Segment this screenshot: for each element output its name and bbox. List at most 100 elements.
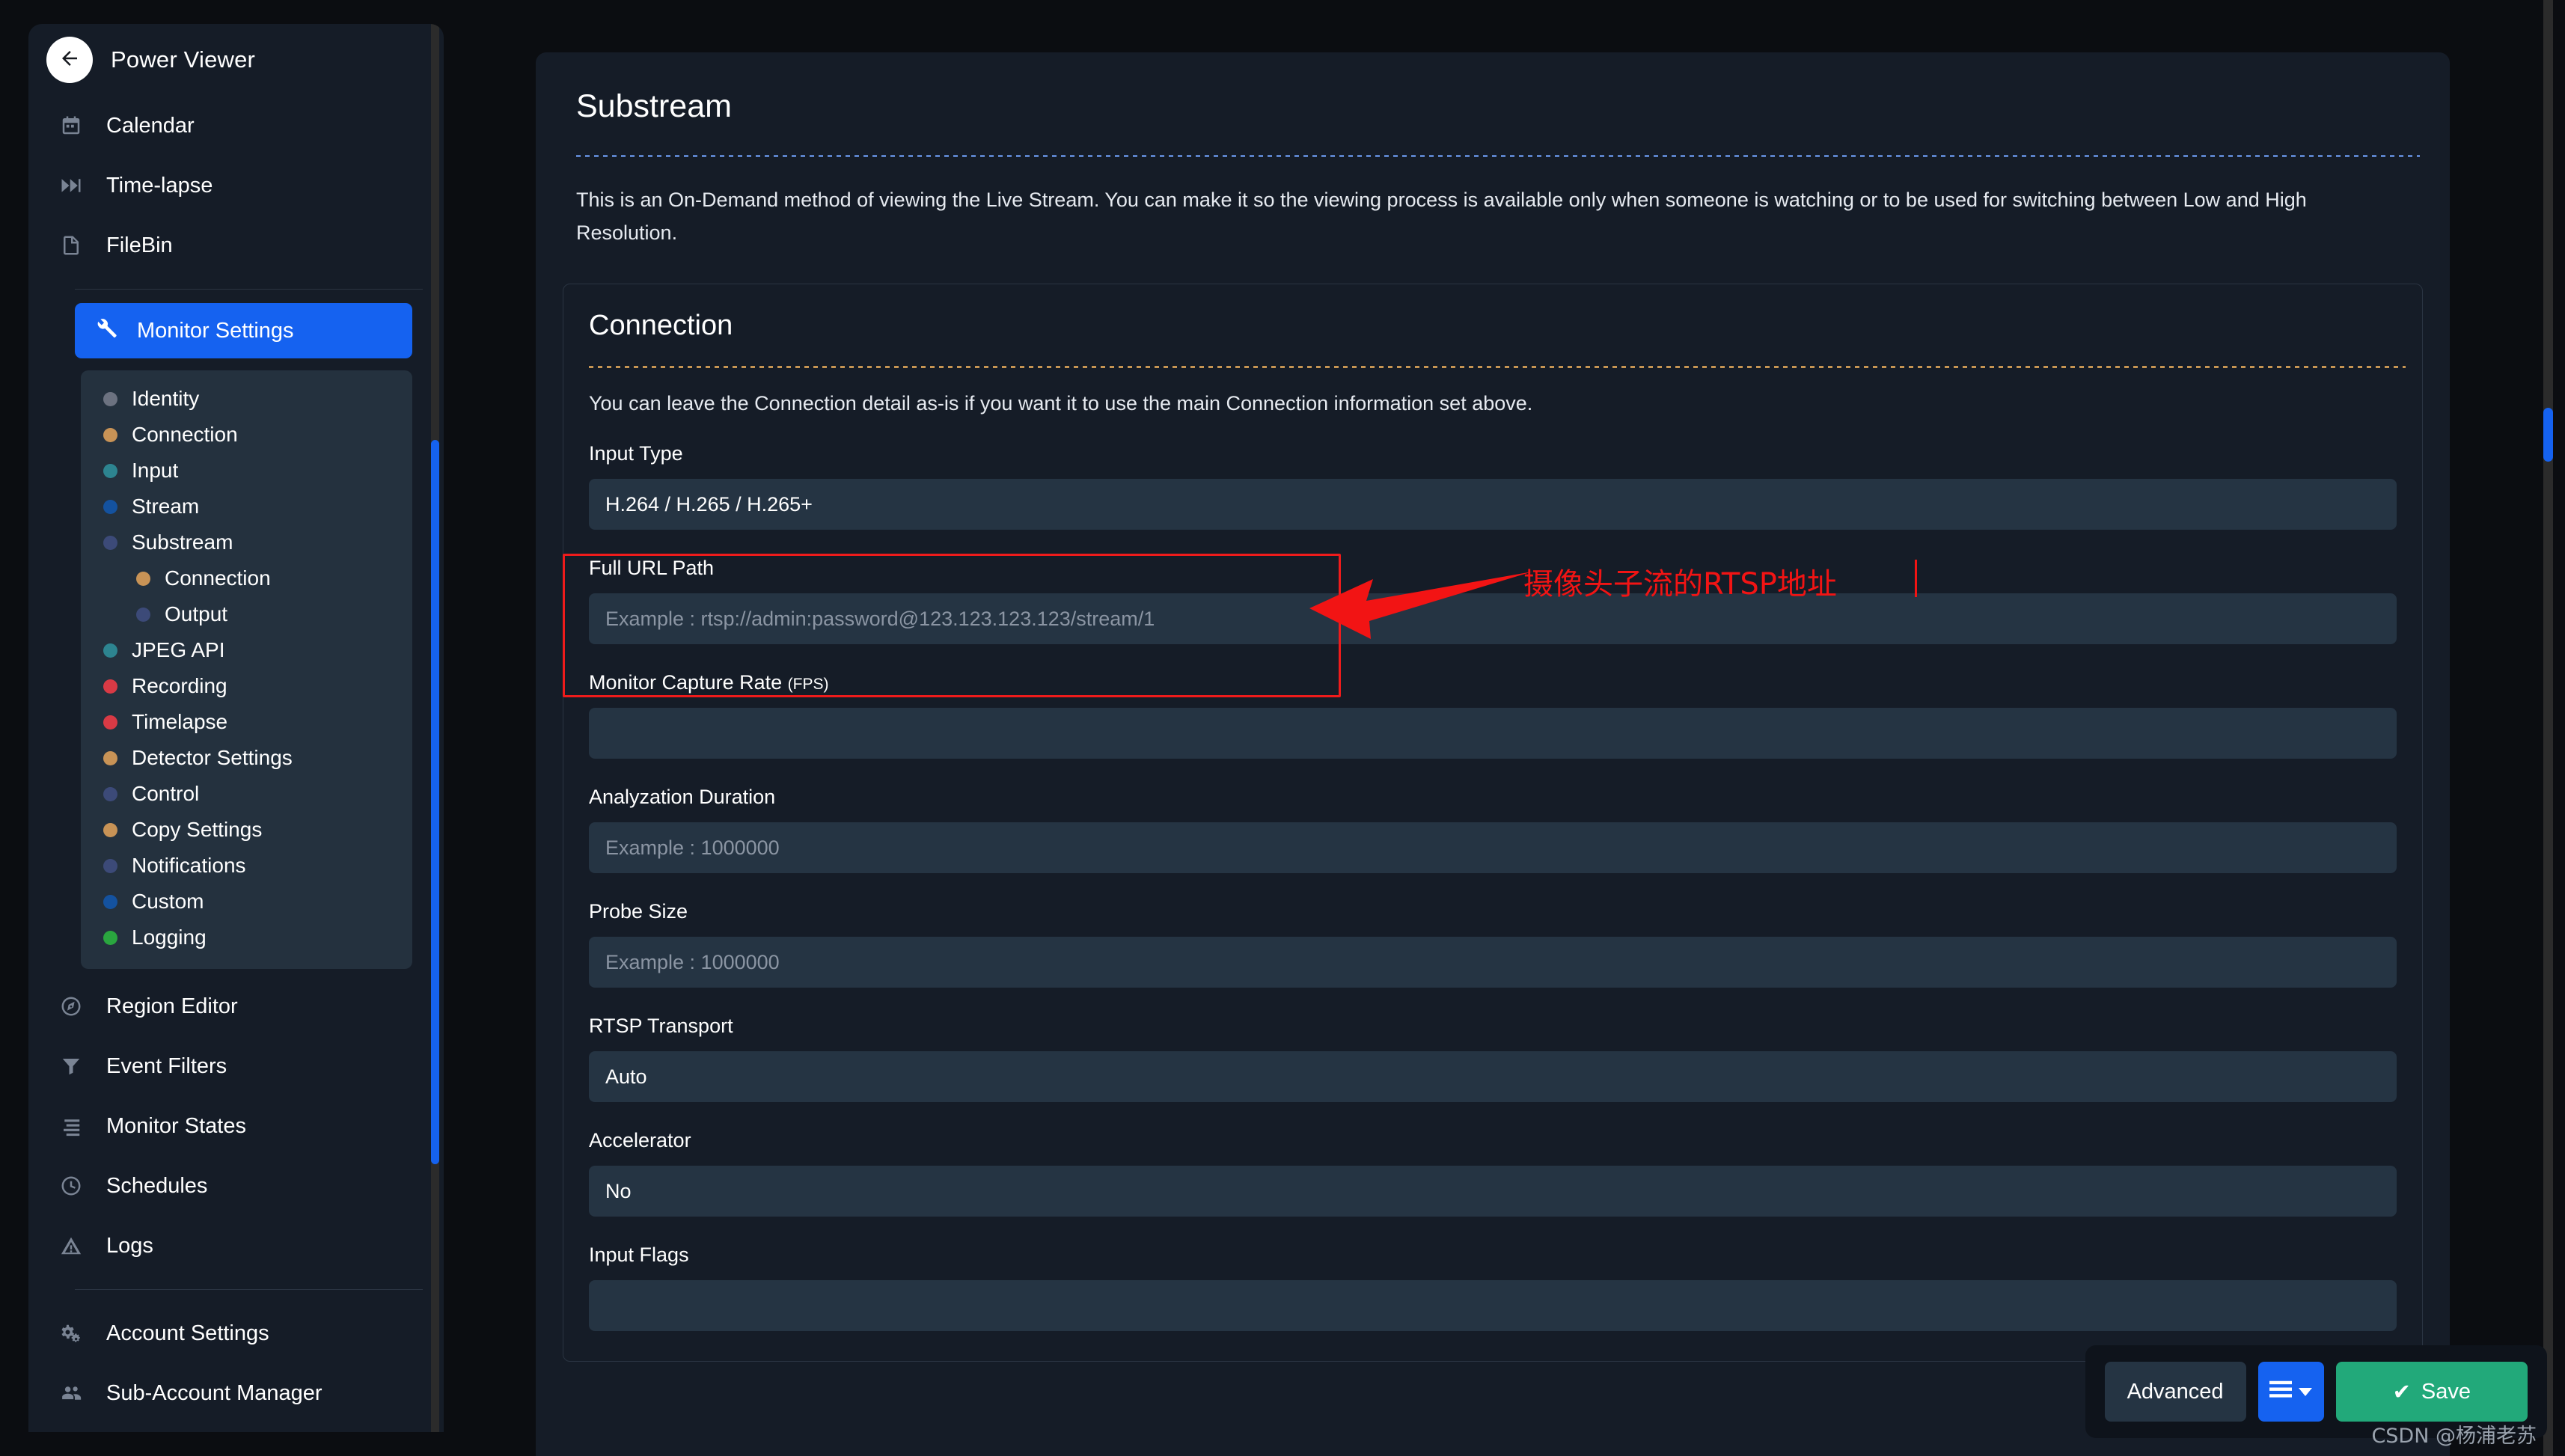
field-input[interactable]: H.264 / H.265 / H.265+: [589, 479, 2397, 530]
sidebar-item-event-filters[interactable]: Event Filters: [28, 1036, 444, 1096]
save-button[interactable]: ✔ Save: [2336, 1362, 2528, 1422]
field-label-text: Probe Size: [589, 900, 688, 923]
sidebar-item-logs[interactable]: Logs: [28, 1216, 444, 1276]
sidebar-brand[interactable]: Power Viewer: [28, 24, 444, 96]
subnav-item[interactable]: JPEG API: [81, 632, 412, 668]
sidebar-item-time-lapse[interactable]: Time-lapse: [28, 156, 444, 215]
subnav-item[interactable]: Recording: [81, 668, 412, 704]
subnav-item-label: Copy Settings: [132, 818, 262, 842]
field-label: Monitor Capture Rate (FPS): [589, 671, 2397, 694]
menu-dropdown-button[interactable]: [2258, 1362, 2324, 1422]
field-input[interactable]: [589, 708, 2397, 759]
field-label-text: Input Type: [589, 442, 683, 465]
subnav-item[interactable]: Notifications: [81, 848, 412, 884]
page-scrollbar-thumb[interactable]: [2543, 408, 2553, 462]
subnav-item-label: Control: [132, 782, 199, 806]
sidebar-divider-2: [75, 1289, 423, 1290]
subnav-item[interactable]: Connection: [81, 560, 412, 596]
chevron-down-icon: [2299, 1388, 2312, 1396]
warning-icon: [55, 1235, 87, 1257]
bullet-icon: [103, 931, 117, 945]
subnav-item-label: Input: [132, 459, 178, 483]
sidebar-item-monitor-states[interactable]: Monitor States: [28, 1096, 444, 1156]
subnav-item-label: Connection: [165, 566, 271, 590]
bullet-icon: [103, 392, 117, 406]
subnav-item[interactable]: Detector Settings: [81, 740, 412, 776]
field-label-text: Input Flags: [589, 1244, 689, 1266]
sidebar-item-calendar[interactable]: Calendar: [28, 96, 444, 156]
advanced-button[interactable]: Advanced: [2105, 1362, 2246, 1422]
sidebar-item-label: Event Filters: [106, 1054, 227, 1079]
subnav-item[interactable]: Input: [81, 453, 412, 489]
sidebar-item-account-settings[interactable]: Account Settings: [28, 1303, 444, 1363]
bullet-icon: [103, 895, 117, 909]
connection-card-title: Connection: [563, 310, 2422, 342]
form-field: Input Type H.264 / H.265 / H.265+: [563, 442, 2422, 530]
monitor-settings-subnav: Identity Connection Input Stream Substream Co…: [81, 370, 412, 969]
bullet-icon: [103, 428, 117, 442]
subnav-item-label: Timelapse: [132, 710, 227, 734]
sidebar-scroll-content: Power Viewer Calendar Time-lapse FileBin: [28, 24, 444, 1432]
bullet-icon: [103, 823, 117, 837]
subnav-item[interactable]: Substream: [81, 524, 412, 560]
sidebar-item-schedules[interactable]: Schedules: [28, 1156, 444, 1216]
form-field: Accelerator No: [563, 1129, 2422, 1217]
list-icon: [55, 1115, 87, 1137]
field-label: Accelerator: [589, 1129, 2397, 1152]
app-root: Power Viewer Calendar Time-lapse FileBin: [0, 0, 2565, 1456]
region-editor-icon: [55, 995, 87, 1018]
subnav-item-label: Notifications: [132, 854, 246, 878]
connection-card-description: You can leave the Connection detail as-i…: [563, 368, 2422, 415]
subnav-item[interactable]: Output: [81, 596, 412, 632]
subnav-item[interactable]: Copy Settings: [81, 812, 412, 848]
subnav-item[interactable]: Timelapse: [81, 704, 412, 740]
bullet-icon: [103, 715, 117, 729]
subnav-item-label: Detector Settings: [132, 746, 293, 770]
subnav-item-label: Logging: [132, 926, 207, 949]
field-label-unit: (FPS): [788, 676, 829, 693]
page-title: Substream: [536, 52, 2450, 125]
field-label-text: Analyzation Duration: [589, 786, 775, 808]
sidebar-item-filebin[interactable]: FileBin: [28, 215, 444, 275]
field-label: Probe Size: [589, 900, 2397, 923]
sidebar-item-label: Schedules: [106, 1174, 207, 1199]
bullet-icon: [103, 536, 117, 550]
sidebar-item-label: Region Editor: [106, 994, 238, 1019]
bullet-icon: [103, 679, 117, 694]
subnav-item-label: Connection: [132, 423, 238, 447]
sidebar-item-label: Logs: [106, 1234, 153, 1258]
save-button-label: Save: [2421, 1380, 2471, 1404]
sidebar-item-monitor-settings[interactable]: Monitor Settings: [75, 303, 412, 358]
hamburger-icon: [2269, 1380, 2292, 1404]
sidebar-item-api-keys[interactable]: API Keys: [28, 1423, 444, 1432]
field-input[interactable]: No: [589, 1166, 2397, 1217]
field-input[interactable]: Example : 1000000: [589, 937, 2397, 988]
field-input[interactable]: Example : 1000000: [589, 822, 2397, 873]
subnav-item-label: JPEG API: [132, 638, 225, 662]
filter-icon: [55, 1055, 87, 1077]
subnav-item[interactable]: Stream: [81, 489, 412, 524]
subnav-item[interactable]: Custom: [81, 884, 412, 920]
page-scrollbar-track[interactable]: [2543, 0, 2553, 1456]
annotation-text-caret: [1915, 560, 1917, 597]
sidebar-item-region-editor[interactable]: Region Editor: [28, 976, 444, 1036]
main-panel: Substream This is an On-Demand method of…: [536, 52, 2450, 1456]
form-field: Input Flags: [563, 1244, 2422, 1331]
field-label: Input Type: [589, 442, 2397, 465]
subnav-item-label: Output: [165, 602, 227, 626]
sidebar-item-label: Time-lapse: [106, 174, 213, 198]
subnav-item-label: Stream: [132, 495, 199, 519]
sidebar-scrollbar-thumb[interactable]: [431, 440, 439, 1164]
subnav-item[interactable]: Control: [81, 776, 412, 812]
subnav-item[interactable]: Logging: [81, 920, 412, 955]
back-button[interactable]: [46, 37, 93, 83]
bullet-icon: [103, 787, 117, 801]
field-input[interactable]: [589, 1280, 2397, 1331]
subnav-item[interactable]: Identity: [81, 381, 412, 417]
subnav-item[interactable]: Connection: [81, 417, 412, 453]
field-input[interactable]: Auto: [589, 1051, 2397, 1102]
arrow-left-icon: [1302, 567, 1534, 649]
check-icon: ✔: [2393, 1379, 2411, 1405]
field-label-text: Monitor Capture Rate: [589, 671, 782, 694]
sidebar-item-sub-account-manager[interactable]: Sub-Account Manager: [28, 1363, 444, 1423]
